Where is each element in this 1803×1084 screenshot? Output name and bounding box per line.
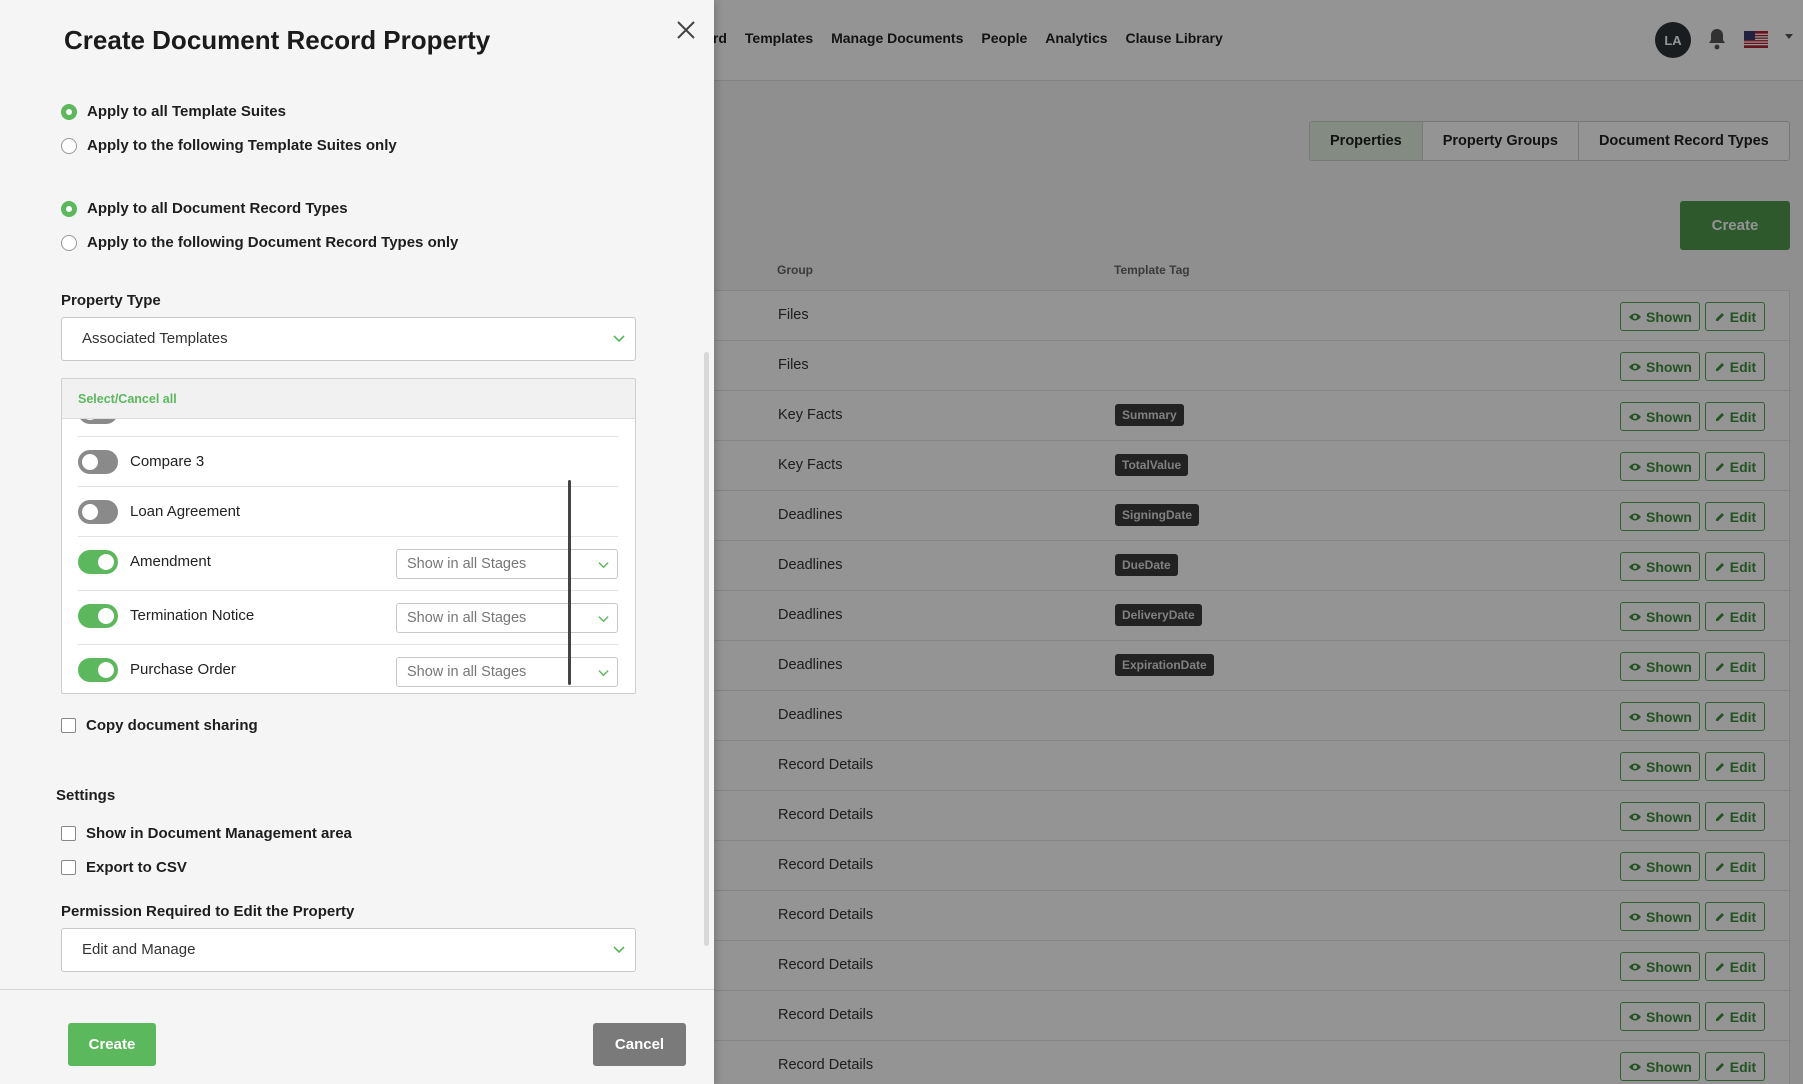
template-row: Amendment Show in all Stages [78,537,618,591]
drawer-scrollbar[interactable] [704,352,709,946]
show-in-dm-checkbox-row[interactable]: Show in Document Management area [61,825,352,842]
show-in-dm-label: Show in Document Management area [86,825,352,842]
select-cancel-all-link[interactable]: Select/Cancel all [78,392,177,406]
template-toggle[interactable] [78,550,118,574]
stage-select[interactable]: Show in all Stages [396,603,618,633]
property-type-value: Associated Templates [82,330,228,347]
stage-value: Show in all Stages [407,556,527,572]
template-toggle[interactable] [78,450,118,474]
radio-label: Apply to all Template Suites [87,103,286,120]
radio-all-template-suites[interactable]: Apply to all Template Suites [61,103,286,120]
copy-sharing-label: Copy document sharing [86,717,258,734]
template-name: Termination Notice [130,607,255,624]
drawer-footer: Create Cancel [0,989,714,1084]
export-csv-checkbox-row[interactable]: Export to CSV [61,859,187,876]
template-row: Purchase Order Show in all Stages [78,645,618,693]
template-toggle[interactable] [78,419,118,424]
permission-value: Edit and Manage [82,941,196,958]
radio-label: Apply to the following Template Suites o… [87,137,397,154]
property-type-select[interactable]: Associated Templates [61,317,636,361]
radio-label: Apply to the following Document Record T… [87,234,459,251]
drawer-title: Create Document Record Property [64,25,491,55]
close-icon[interactable] [675,19,697,41]
show-in-dm-checkbox[interactable] [61,826,76,841]
stage-select[interactable]: Show in all Stages [396,549,618,579]
associated-templates-list: Select/Cancel all Compare 2 Compare 3 Loan… [61,378,636,694]
template-toggle[interactable] [78,658,118,682]
template-row: Compare 3 [78,437,618,487]
templates-list-body[interactable]: Compare 2 Compare 3 Loan Agreement Amendmen… [62,419,635,693]
export-csv-label: Export to CSV [86,859,187,876]
template-name: Amendment [130,553,211,570]
permission-select[interactable]: Edit and Manage [61,928,636,972]
copy-sharing-checkbox[interactable] [61,718,76,733]
template-name: Compare 2 [130,419,204,420]
export-csv-checkbox[interactable] [61,860,76,875]
template-name: Purchase Order [130,661,236,678]
permission-label: Permission Required to Edit the Property [61,903,355,920]
template-row: Loan Agreement [78,487,618,537]
stage-value: Show in all Stages [407,664,527,680]
chevron-down-icon [613,946,625,954]
create-button[interactable]: Create [68,1023,156,1066]
template-row: Compare 2 [78,419,618,437]
chevron-down-icon [613,335,625,343]
template-name: Loan Agreement [130,503,241,520]
radio-some-record-types[interactable]: Apply to the following Document Record T… [61,234,458,251]
radio-unselected-icon[interactable] [61,137,77,154]
create-property-drawer: Create Document Record Property Apply to… [0,0,714,1084]
settings-label: Settings [56,787,116,804]
stage-select[interactable]: Show in all Stages [396,657,618,687]
template-toggle[interactable] [78,604,118,628]
radio-selected-icon[interactable] [61,103,77,120]
radio-label: Apply to all Document Record Types [87,200,348,217]
template-row: Termination Notice Show in all Stages [78,591,618,645]
template-name: Compare 3 [130,453,205,470]
radio-unselected-icon[interactable] [61,234,77,251]
radio-selected-icon[interactable] [61,200,77,217]
template-toggle[interactable] [78,500,118,524]
property-type-label: Property Type [61,292,161,309]
cancel-button[interactable]: Cancel [593,1023,686,1066]
copy-sharing-checkbox-row[interactable]: Copy document sharing [61,717,258,734]
chevron-down-icon [598,562,609,569]
templates-list-header: Select/Cancel all [62,379,635,419]
chevron-down-icon [598,616,609,623]
radio-all-record-types[interactable]: Apply to all Document Record Types [61,200,348,217]
chevron-down-icon [598,670,609,677]
radio-some-template-suites[interactable]: Apply to the following Template Suites o… [61,137,397,154]
stage-value: Show in all Stages [407,610,527,626]
templates-scrollbar[interactable] [568,480,571,685]
